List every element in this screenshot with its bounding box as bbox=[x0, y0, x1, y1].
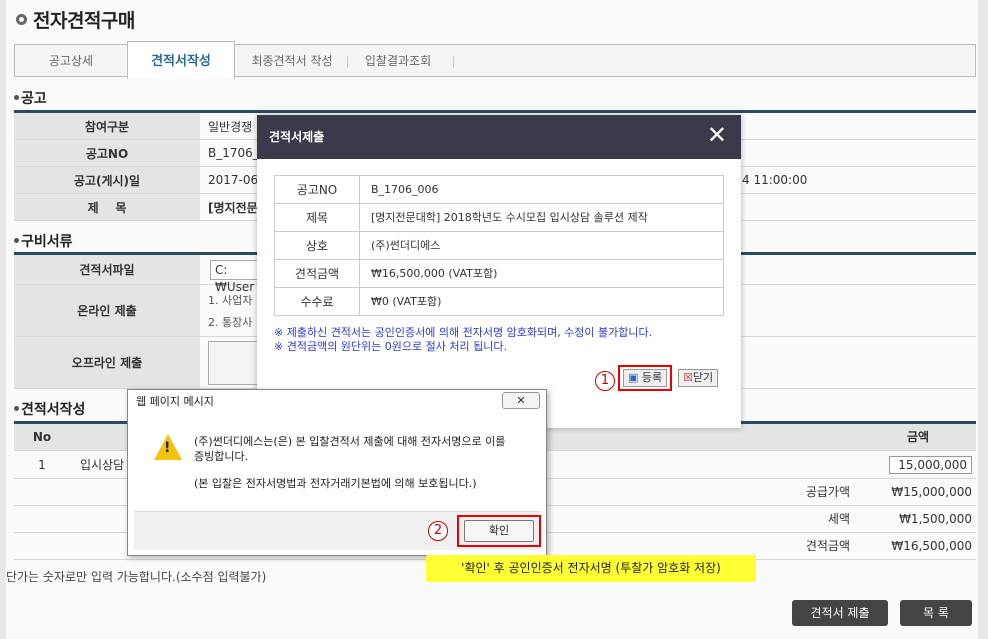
row-label: 공고NO bbox=[274, 176, 360, 204]
dialog-body: ! (주)썬더디에스는(은) 본 입찰견적서 제출에 대해 전자서명으로 이를 … bbox=[134, 414, 540, 511]
list-button[interactable]: 목 록 bbox=[900, 600, 972, 626]
row-value: B_1706_ bbox=[208, 146, 259, 160]
message-line-1: (주)썬더디에스는(은) 본 입찰견적서 제출에 대해 전자서명으로 이를 bbox=[194, 435, 506, 448]
row-label: 견적금액 bbox=[274, 260, 360, 288]
close-button[interactable]: ☒닫기 bbox=[678, 369, 719, 387]
close-doc-icon: ☒ bbox=[683, 371, 693, 384]
notice-line-1: ※ 제출하신 견적서는 공인인증서에 의해 전자서명 암호화되며, 수정이 불가… bbox=[274, 326, 653, 339]
table-row: 공고NO B_1706_006 bbox=[274, 176, 724, 204]
tab-divider bbox=[453, 56, 454, 68]
amount-input[interactable]: 15,000,000 bbox=[889, 456, 972, 474]
page-title: 전자견적구매 bbox=[16, 6, 135, 33]
message-line-2: 증빙합니다. bbox=[194, 450, 249, 463]
confirm-dialog: 웹 페이지 메시지 ✕ ! (주)썬더디에스는(은) 본 입찰견적서 제출에 대… bbox=[127, 389, 547, 556]
row-value: [명지전문 bbox=[208, 200, 258, 215]
step-marker-1: 1 bbox=[595, 371, 615, 391]
modal-table: 공고NO B_1706_006 제목 [명지전문대학] 2018학년도 수시모집 입… bbox=[274, 175, 724, 316]
row-label: 제목 bbox=[274, 204, 360, 232]
cell-no: 1 bbox=[38, 458, 46, 472]
tax-label: 세액 bbox=[827, 512, 850, 526]
row-label: 참여구분 bbox=[14, 113, 200, 139]
footnote: 단가는 숫자로만 입력 가능합니다.(소수점 입력불가) bbox=[6, 570, 267, 584]
tab-notice-detail[interactable]: 공고상세 bbox=[15, 45, 127, 78]
ok-button[interactable]: 확인 bbox=[464, 520, 534, 542]
quote-submit-modal: 견적서제출 ✕ 공고NO B_1706_006 제목 [명지전문대학] 2018학년… bbox=[257, 115, 741, 428]
submit-quote-button[interactable]: 견적서 제출 bbox=[792, 600, 888, 626]
section-heading-notice: 공고 bbox=[14, 88, 47, 108]
offline-box[interactable] bbox=[208, 337, 258, 388]
dialog-close-button[interactable]: ✕ bbox=[502, 392, 540, 409]
online-doc-2: 2. 통장사 bbox=[208, 315, 253, 329]
close-icon[interactable]: ✕ bbox=[707, 123, 727, 147]
table-row: 제목 [명지전문대학] 2018학년도 수시모집 입시상담 솔루션 제작 bbox=[274, 204, 724, 232]
row-value: B_1706_006 bbox=[371, 183, 439, 196]
row-value: ₩0 (VAT포함) bbox=[371, 295, 442, 308]
row-label: 제 목 bbox=[14, 194, 200, 220]
register-icon: ▣ bbox=[628, 371, 639, 384]
row-label: 오프라인 제출 bbox=[14, 337, 200, 388]
register-button[interactable]: ▣ 등록 bbox=[623, 369, 668, 387]
row-value: [명지전문대학] 2018학년도 수시모집 입시상담 솔루션 제작 bbox=[371, 211, 648, 224]
row-label: 공고(게시)일 bbox=[14, 167, 200, 193]
row-value: 1. 사업자 2. 통장사 bbox=[208, 285, 252, 336]
bullet-icon bbox=[14, 406, 19, 411]
dialog-title: 웹 페이지 메시지 bbox=[136, 395, 214, 408]
total-value: ₩16,500,000 bbox=[891, 539, 972, 553]
tab-quote-write[interactable]: 견적서작성 bbox=[127, 41, 235, 79]
section-heading-docs: 구비서류 bbox=[14, 231, 73, 251]
tab-divider bbox=[347, 56, 348, 68]
tab-bid-result[interactable]: 입찰결과조회 bbox=[355, 45, 441, 78]
tab-final-quote[interactable]: 최종견적서 작성 bbox=[237, 45, 347, 78]
row-value: (주)썬더디에스 bbox=[371, 239, 441, 252]
row-label: 공고NO bbox=[14, 140, 200, 166]
step-marker-2: 2 bbox=[428, 521, 448, 541]
online-doc-1: 1. 사업자 bbox=[208, 293, 253, 307]
table-row: 견적금액 ₩16,500,000 (VAT포함) bbox=[274, 260, 724, 288]
notice-line-2: ※ 견적금액의 원단위는 0원으로 절사 처리 됩니다. bbox=[274, 340, 507, 353]
title-bullet-icon bbox=[16, 14, 27, 25]
tax-value: ₩1,500,000 bbox=[899, 512, 972, 526]
modal-title: 견적서제출 bbox=[269, 130, 325, 144]
dialog-title-bar: 웹 페이지 메시지 ✕ bbox=[128, 390, 546, 414]
row-label: 수수료 bbox=[274, 288, 360, 316]
row-value: 2017-06 bbox=[208, 173, 259, 187]
row-label: 온라인 제출 bbox=[14, 285, 200, 336]
supply-label: 공급가액 bbox=[805, 485, 850, 499]
bullet-icon bbox=[14, 95, 19, 100]
row-label: 상호 bbox=[274, 232, 360, 260]
col-no: No bbox=[32, 430, 52, 444]
bullet-icon bbox=[14, 238, 19, 243]
supply-value: ₩15,000,000 bbox=[891, 485, 972, 499]
dialog-footer: 2 확인 bbox=[134, 511, 541, 550]
tab-bar: 공고상세 견적서작성 최종견적서 작성 입찰결과조회 bbox=[14, 41, 976, 79]
row-label: 견적서파일 bbox=[14, 255, 200, 284]
row-value: 일반경쟁 bbox=[208, 119, 253, 134]
table-row: 수수료 ₩0 (VAT포함) bbox=[274, 288, 724, 316]
message-line-3: (본 입찰은 전자서명법과 전자거래기본법에 의해 보호됩니다.) bbox=[194, 477, 477, 490]
total-label: 견적금액 bbox=[805, 539, 850, 553]
table-row: 상호 (주)썬더디에스 bbox=[274, 232, 724, 260]
modal-notice: ※ 제출하신 견적서는 공인인증서에 의해 전자서명 암호화되며, 수정이 불가… bbox=[274, 326, 652, 354]
instruction-callout: '확인' 후 공인인증서 전자서명 (투찰가 암호화 저장) bbox=[426, 555, 756, 582]
section-heading-quote: 견적서작성 bbox=[14, 399, 85, 419]
dialog-message: (주)썬더디에스는(은) 본 입찰견적서 제출에 대해 전자서명으로 이를 증빙… bbox=[194, 434, 524, 491]
modal-header: 견적서제출 ✕ bbox=[257, 115, 741, 159]
row-value: ₩16,500,000 (VAT포함) bbox=[371, 267, 498, 280]
col-amount: 금액 bbox=[906, 430, 930, 444]
row-value-extra: 4 11:00:00 bbox=[742, 173, 808, 187]
